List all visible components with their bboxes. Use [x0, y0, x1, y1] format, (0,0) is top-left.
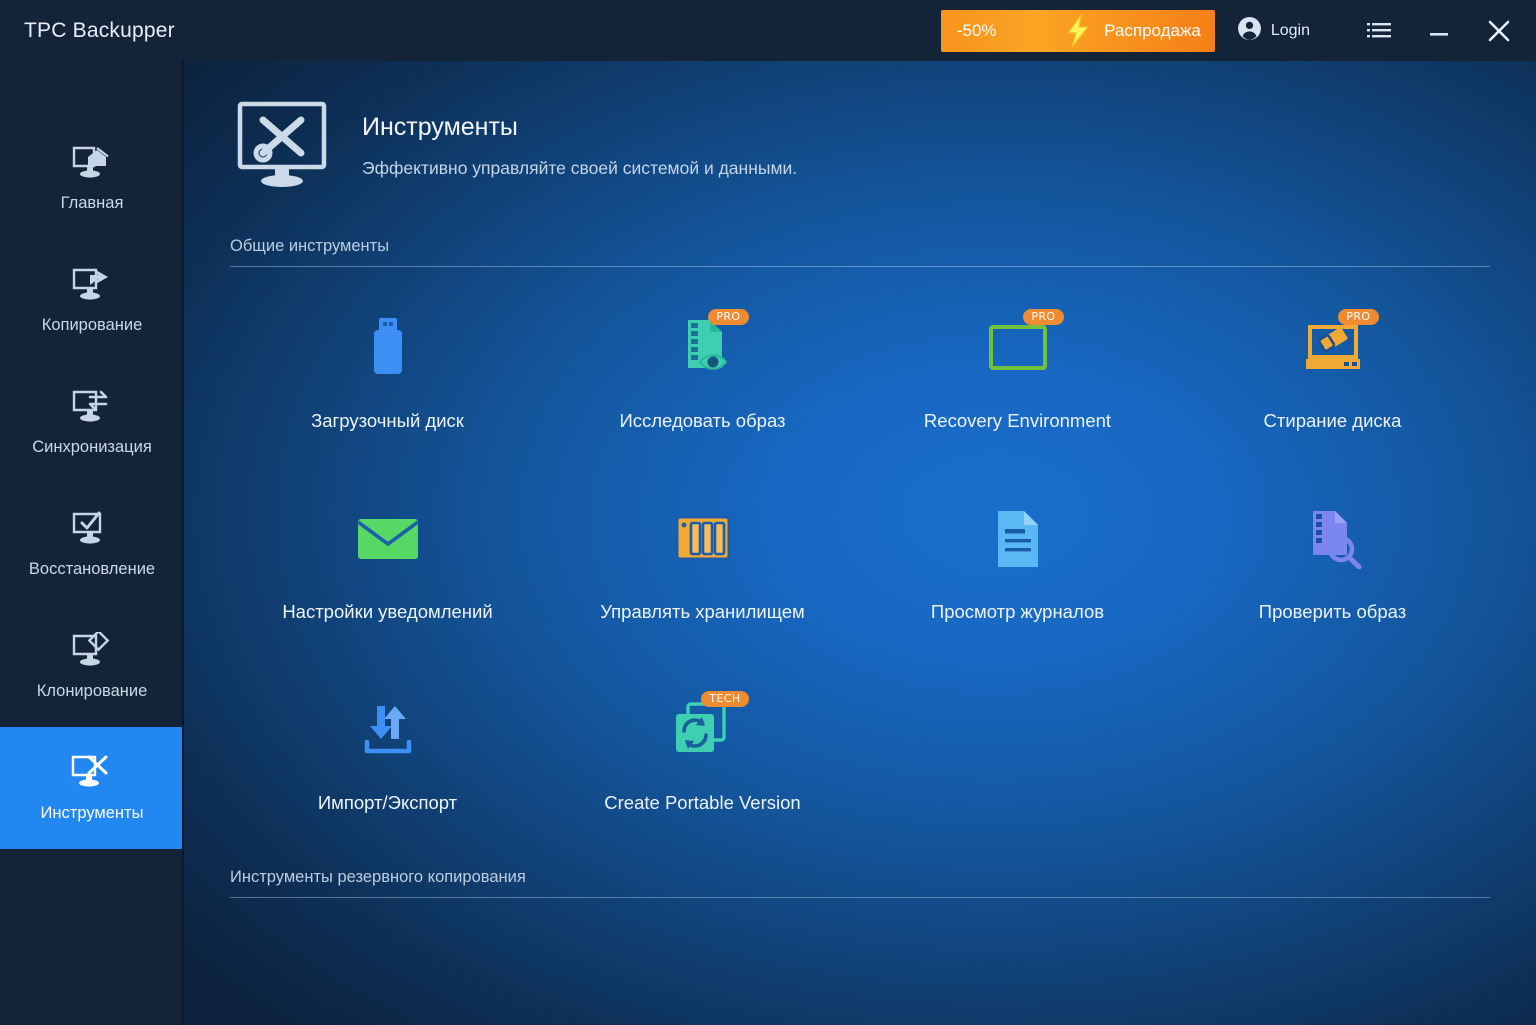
tool-label: Импорт/Экспорт — [317, 792, 458, 813]
pro-badge: PRO — [708, 309, 749, 325]
pro-badge: PRO — [1338, 309, 1379, 325]
app-title: TPC Backupper — [24, 18, 175, 42]
sidebar-item-backup[interactable]: Копирование — [0, 239, 184, 361]
login-label: Login — [1270, 21, 1310, 39]
portable-version-sync-icon — [672, 701, 734, 764]
tool-label: Create Portable Version — [604, 792, 801, 813]
tool-disk-wipe[interactable]: PRO Стирание диска — [1175, 285, 1490, 476]
monitor-backup-arrow-icon — [69, 265, 115, 305]
tool-recovery-environment[interactable]: PRO Recovery Environment — [860, 285, 1175, 476]
monitor-tools-icon — [230, 97, 334, 189]
usb-flash-drive-icon — [366, 317, 410, 384]
sidebar-item-tools[interactable]: Инструменты — [0, 727, 184, 849]
title-bar: TPC Backupper -50% Распродажа Login — [0, 0, 1536, 61]
user-account-icon — [1237, 16, 1262, 46]
main-content: Инструменты Эффективно управляйте своей … — [184, 61, 1536, 1025]
tool-label: Управлять хранилищем — [600, 601, 805, 622]
email-envelope-icon — [356, 516, 419, 567]
page-title: Инструменты — [362, 113, 518, 141]
tool-label: Загрузочный диск — [311, 410, 464, 431]
close-icon[interactable] — [1476, 8, 1522, 54]
promo-label: Распродажа — [1104, 20, 1201, 40]
image-check-magnifier-icon — [1303, 509, 1363, 574]
tool-view-logs[interactable]: Просмотр журналов — [860, 476, 1175, 667]
titlebar-right-group: -50% Распродажа Login — [940, 0, 1536, 61]
section-title: Общие инструменты — [230, 237, 390, 255]
monitor-restore-icon — [69, 509, 115, 549]
sidebar-item-label: Главная — [60, 194, 124, 212]
sidebar-item-label: Копирование — [41, 316, 143, 334]
minimize-icon[interactable] — [1416, 8, 1462, 54]
sidebar-item-restore[interactable]: Восстановление — [0, 483, 184, 605]
pro-badge: PRO — [1023, 309, 1064, 325]
section-title: Инструменты резервного копирования — [230, 868, 526, 886]
sidebar-item-label: Инструменты — [40, 804, 144, 822]
sidebar-item-label: Синхронизация — [32, 438, 152, 456]
monitor-sync-arrows-icon — [69, 387, 115, 427]
tool-check-image[interactable]: Проверить образ — [1175, 476, 1490, 667]
promo-sale-banner[interactable]: -50% Распродажа — [940, 9, 1215, 52]
document-log-icon — [994, 509, 1042, 574]
tool-manage-storage[interactable]: Управлять хранилищем — [545, 476, 860, 667]
list-menu-icon[interactable] — [1356, 8, 1402, 54]
image-explore-eye-icon — [672, 318, 734, 383]
monitor-tools-icon — [69, 753, 115, 793]
page-subtitle: Эффективно управляйте своей системой и д… — [362, 158, 798, 178]
tool-label: Стирание диска — [1263, 410, 1402, 431]
tech-badge: TECH — [701, 691, 749, 707]
login-button[interactable]: Login — [1237, 16, 1310, 46]
recovery-environment-icon — [987, 322, 1049, 379]
sidebar-item-label: Клонирование — [36, 682, 148, 700]
sidebar: Главная Копирование Синхронизация Восста… — [0, 61, 184, 1025]
nas-storage-icon — [675, 514, 731, 569]
disk-wipe-eraser-icon — [1300, 321, 1366, 380]
sidebar-item-label: Восстановление — [28, 560, 156, 578]
tool-create-portable-version[interactable]: TECH Create Portable Version — [545, 667, 860, 858]
tools-grid: Загрузочный диск PRO Исследовать образ P… — [230, 285, 1490, 858]
tool-label: Исследовать образ — [619, 410, 786, 431]
tool-label: Проверить образ — [1258, 601, 1407, 622]
app-window: TPC Backupper -50% Распродажа Login Глав… — [0, 0, 1536, 1025]
sidebar-item-clone[interactable]: Клонирование — [0, 605, 184, 727]
promo-discount: -50% — [956, 20, 997, 40]
tool-notification-settings[interactable]: Настройки уведомлений — [230, 476, 545, 667]
lightning-bolt-icon — [1059, 13, 1097, 49]
window-body: Главная Копирование Синхронизация Восста… — [0, 61, 1536, 1025]
tool-bootable-disk[interactable]: Загрузочный диск — [230, 285, 545, 476]
monitor-clone-icon — [69, 631, 115, 671]
page-header: Инструменты Эффективно управляйте своей … — [230, 61, 1490, 189]
monitor-home-icon — [69, 143, 115, 183]
sidebar-item-sync[interactable]: Синхронизация — [0, 361, 184, 483]
tool-explore-image[interactable]: PRO Исследовать образ — [545, 285, 860, 476]
import-export-arrows-icon — [357, 702, 419, 763]
tool-import-export[interactable]: Импорт/Экспорт — [230, 667, 545, 858]
section-backup-tools: Инструменты резервного копирования — [230, 868, 1490, 918]
tool-label: Настройки уведомлений — [282, 601, 493, 622]
tool-label: Recovery Environment — [923, 410, 1112, 431]
tool-label: Просмотр журналов — [930, 601, 1105, 622]
section-general-tools: Общие инструменты Загрузочный диск PRO И… — [230, 237, 1490, 858]
sidebar-item-home[interactable]: Главная — [0, 117, 184, 239]
section-divider — [230, 266, 1490, 267]
